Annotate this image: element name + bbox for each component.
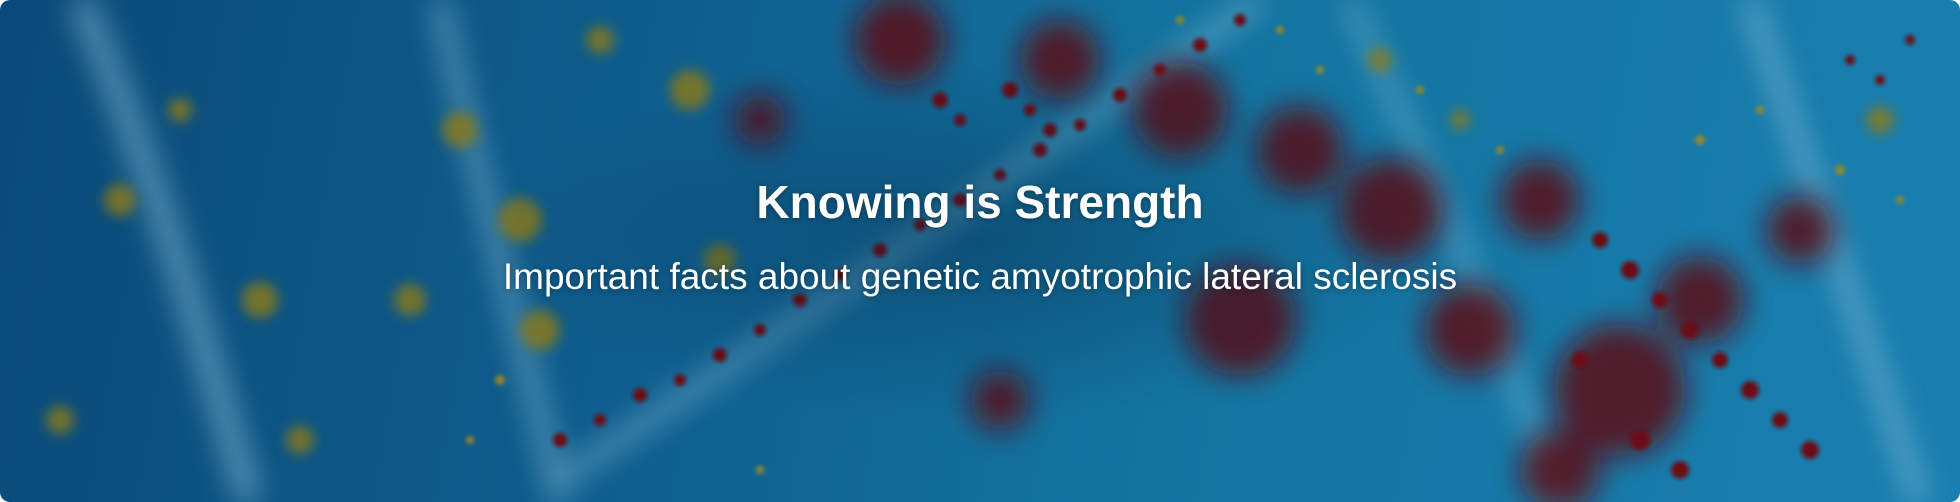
hero-title: Knowing is Strength bbox=[756, 176, 1204, 228]
hero-content: Knowing is Strength Important facts abou… bbox=[0, 170, 1960, 302]
hero-subtitle: Important facts about genetic amyotrophi… bbox=[502, 256, 1458, 297]
hero-banner: Knowing is Strength Important facts abou… bbox=[0, 0, 1960, 502]
